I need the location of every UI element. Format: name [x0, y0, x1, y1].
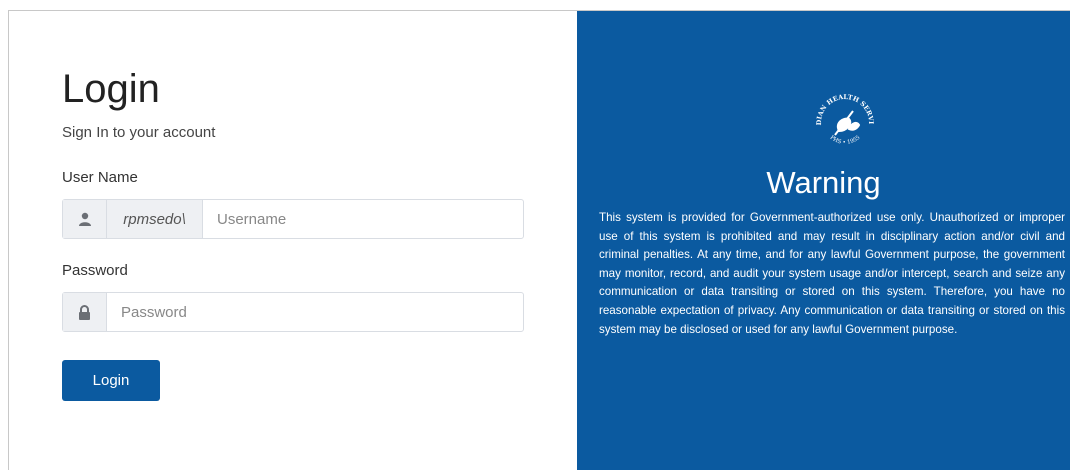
warning-panel: INDIAN HEALTH SERVICE PHS • 1955 Warning… [577, 11, 1070, 470]
login-panel: Login Sign In to your account User Name … [9, 11, 577, 470]
warning-text: This system is provided for Government-a… [599, 211, 1065, 336]
seal-bottom-text: PHS • 1955 [829, 134, 862, 145]
page-title: Login [62, 67, 160, 111]
password-label: Password [62, 262, 128, 279]
login-button[interactable]: Login [62, 360, 160, 401]
domain-prefix: rpmsedo\ [107, 200, 203, 238]
password-input-group [62, 292, 524, 332]
username-label: User Name [62, 169, 138, 186]
password-input[interactable] [107, 293, 523, 331]
user-icon [63, 200, 107, 238]
lock-icon [63, 293, 107, 331]
svg-text:PHS • 1955: PHS • 1955 [829, 134, 862, 145]
login-card: Login Sign In to your account User Name … [8, 10, 1070, 470]
username-input-group: rpmsedo\ [62, 199, 524, 239]
warning-title: Warning [766, 165, 881, 200]
ihs-seal-icon: INDIAN HEALTH SERVICE PHS • 1955 [809, 87, 875, 146]
username-input[interactable] [203, 200, 523, 238]
page-subtitle: Sign In to your account [62, 124, 216, 141]
